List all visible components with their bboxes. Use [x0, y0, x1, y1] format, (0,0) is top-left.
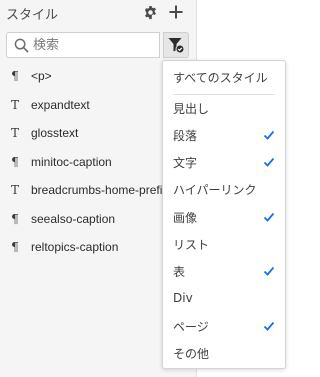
menu-item-other[interactable]: その他 — [163, 341, 285, 365]
paragraph-style-icon: ¶ — [11, 211, 19, 226]
menu-item-div[interactable]: Div — [163, 286, 285, 310]
style-name: breadcrumbs-home-prefix — [31, 183, 169, 198]
character-style-icon: T — [10, 97, 19, 112]
panel-title: スタイル — [6, 7, 59, 22]
checkmark-icon — [263, 266, 275, 276]
checkmark-icon — [263, 130, 275, 140]
menu-item-list[interactable]: リスト — [163, 232, 285, 256]
menu-item-label: 画像 — [173, 210, 198, 225]
style-filter-menu: すべてのスタイル 見出し 段落 文字 ハイパーリンク 画像 リスト 表 Div … — [162, 60, 286, 369]
character-style-icon: T — [10, 126, 19, 141]
panel-header: スタイル — [6, 2, 188, 22]
checkmark-icon — [263, 212, 275, 222]
menu-item-label: リスト — [173, 237, 210, 252]
menu-item-label: ハイパーリンク — [173, 182, 257, 197]
menu-item-table[interactable]: 表 — [163, 259, 285, 283]
menu-item-label: 段落 — [173, 128, 198, 143]
checkmark-icon — [263, 321, 275, 331]
search-row — [6, 32, 189, 58]
menu-item-label: 表 — [173, 264, 186, 279]
menu-item-page[interactable]: ページ — [163, 314, 285, 338]
menu-item-all-styles[interactable]: すべてのスタイル — [163, 65, 285, 89]
menu-item-hyperlink[interactable]: ハイパーリンク — [163, 177, 285, 201]
menu-item-paragraph[interactable]: 段落 — [163, 123, 285, 147]
style-name: <p> — [31, 69, 52, 84]
search-input[interactable] — [33, 36, 157, 54]
menu-item-heading[interactable]: 見出し — [163, 96, 285, 120]
menu-divider — [173, 94, 275, 95]
filter-button[interactable] — [163, 32, 189, 58]
style-name: seealso-caption — [31, 211, 116, 226]
menu-item-image[interactable]: 画像 — [163, 205, 285, 229]
paragraph-style-icon: ¶ — [11, 154, 19, 169]
plus-icon — [169, 5, 183, 19]
menu-item-label: すべてのスタイル — [173, 70, 268, 85]
menu-item-label: ページ — [173, 319, 209, 334]
filter-funnel-icon — [168, 38, 185, 54]
menu-item-label: 見出し — [173, 101, 210, 116]
character-style-icon: T — [10, 183, 19, 198]
style-name: minitoc-caption — [31, 154, 112, 169]
style-name: reltopics-caption — [31, 240, 119, 255]
gear-icon — [144, 5, 156, 19]
paragraph-style-icon: ¶ — [11, 69, 19, 84]
settings-button[interactable] — [141, 3, 159, 21]
search-icon — [14, 38, 29, 53]
add-style-button[interactable] — [167, 3, 185, 21]
search-box — [6, 32, 160, 58]
menu-item-character[interactable]: 文字 — [163, 150, 285, 174]
checkmark-icon — [263, 157, 275, 167]
menu-item-label: 文字 — [173, 155, 198, 170]
paragraph-style-icon: ¶ — [11, 240, 19, 255]
style-name: expandtext — [31, 97, 90, 112]
menu-item-label: Div — [173, 291, 193, 305]
menu-item-label: その他 — [173, 346, 210, 361]
style-name: glosstext — [31, 126, 79, 141]
